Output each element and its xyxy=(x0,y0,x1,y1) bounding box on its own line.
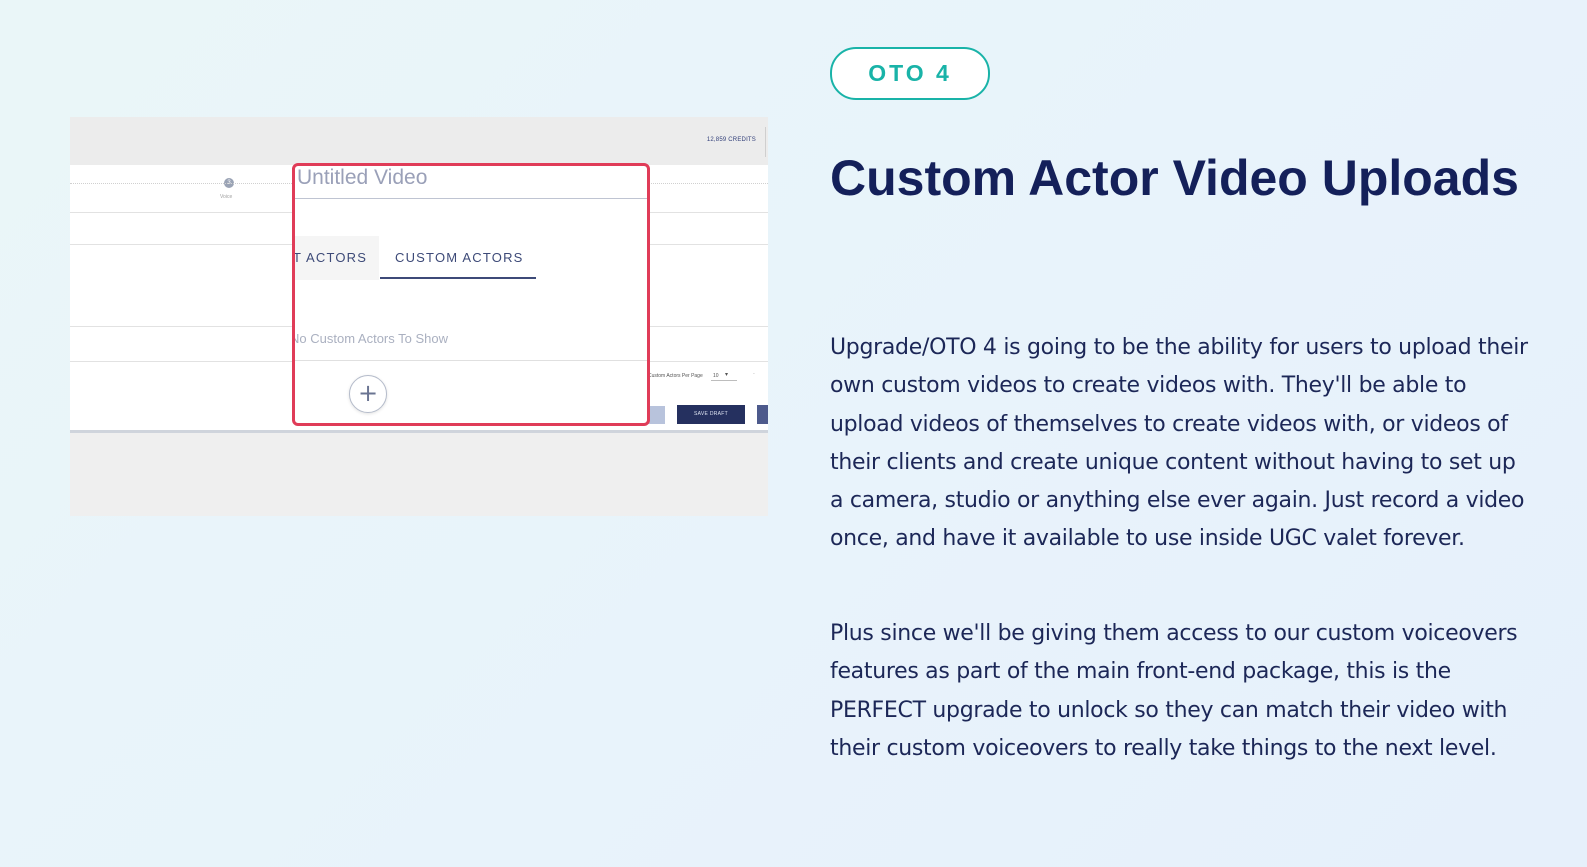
divider xyxy=(295,360,647,361)
pager-icon[interactable]: · xyxy=(753,371,755,378)
per-page-select[interactable]: 10 xyxy=(713,373,719,379)
next-button[interactable] xyxy=(757,405,768,424)
empty-state-message: No Custom Actors To Show xyxy=(292,331,448,346)
step-label: Voice xyxy=(220,194,233,200)
description-paragraph: Upgrade/OTO 4 is going to be the ability… xyxy=(830,335,1528,552)
save-draft-button[interactable]: SAVE DRAFT xyxy=(677,405,745,424)
description-paragraph: Plus since we'll be giving them access t… xyxy=(830,621,1518,761)
actors-modal: Untitled Video T ACTORS CUSTOM ACTORS No… xyxy=(292,163,650,426)
oto-badge: OTO 4 xyxy=(830,47,990,100)
credits-counter: 12,859 CREDITS xyxy=(706,137,756,143)
add-actor-button[interactable]: + xyxy=(349,375,387,413)
screenshot-top-bar xyxy=(70,117,768,165)
screenshot-bottom-border xyxy=(70,430,768,433)
chevron-down-icon[interactable]: ▾ xyxy=(725,371,728,378)
page-title: Custom Actor Video Uploads xyxy=(830,150,1519,206)
active-tab-indicator xyxy=(380,277,536,279)
per-page-select-underline xyxy=(711,380,737,381)
per-page-label: Custom Actors Per Page xyxy=(648,373,703,379)
title-underline xyxy=(295,198,647,199)
tab-stock-actors-label: T ACTORS xyxy=(293,250,368,265)
divider xyxy=(765,127,766,157)
video-title-input[interactable]: Untitled Video xyxy=(297,166,427,190)
tab-custom-actors[interactable]: CUSTOM ACTORS xyxy=(395,250,524,265)
app-screenshot: 12,859 CREDITS 3 Voice Custom Actors Per… xyxy=(70,117,768,516)
